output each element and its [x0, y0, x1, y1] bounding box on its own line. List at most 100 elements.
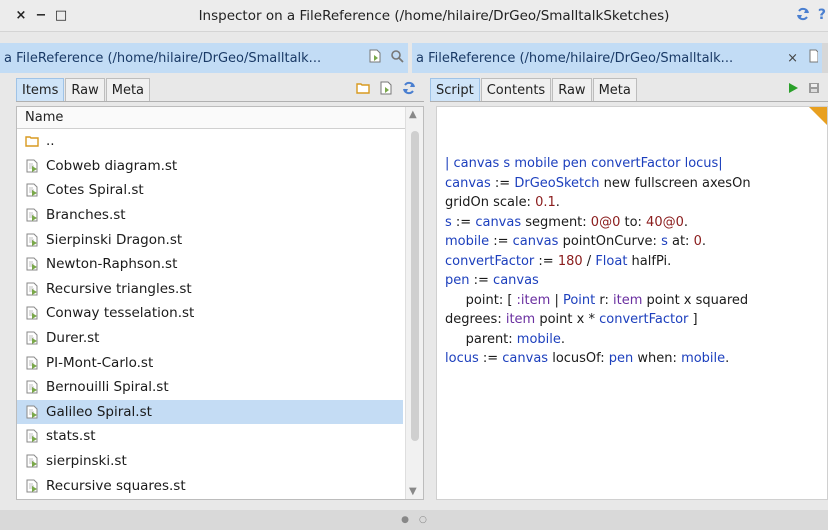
save-icon[interactable]	[808, 82, 820, 98]
code-token: :item	[516, 292, 551, 308]
code-token: .	[725, 351, 730, 366]
list-item[interactable]: Cotes Spiral.st	[17, 178, 403, 203]
list-item[interactable]: PI-Mont-Carlo.st	[17, 350, 403, 375]
list-item-label: Durer.st	[46, 330, 100, 347]
code-token: |	[550, 292, 563, 308]
list-item-label: Newton-Raphson.st	[46, 256, 178, 273]
file-icon	[23, 356, 41, 370]
code-line: parent: mobile.	[445, 330, 819, 350]
list-item-label: ..	[46, 133, 55, 150]
minimize-window-button[interactable]: −	[32, 8, 50, 23]
list-item[interactable]: Galileo Spiral.st	[17, 399, 403, 425]
script-editor[interactable]: | canvas s mobile pen convertFactor locu…	[436, 106, 828, 500]
list-item[interactable]: Durer.st	[17, 326, 403, 351]
code-token: mobile	[681, 351, 726, 366]
refresh-icon[interactable]	[796, 7, 810, 25]
code-token: 180	[557, 253, 583, 269]
file-list: Name .. Cobweb diagram.st Cotes Spiral.st B…	[16, 106, 424, 500]
file-icon	[23, 380, 41, 394]
file-rows: .. Cobweb diagram.st Cotes Spiral.st Branch…	[17, 129, 423, 498]
scroll-up-icon[interactable]: ▲	[409, 109, 417, 120]
tab-meta[interactable]: Meta	[105, 78, 151, 101]
file-icon	[23, 208, 41, 222]
code-line: | canvas s mobile pen convertFactor locu…	[445, 154, 819, 174]
code-token: ]	[688, 312, 698, 327]
breadcrumb-left[interactable]: a FileReference (/home/hilaire/DrGeo/Sma…	[0, 43, 412, 73]
code-token: pointOnCurve:	[558, 234, 662, 249]
code-token: canvas	[502, 351, 549, 366]
list-item[interactable]: Conway tesselation.st	[17, 301, 403, 326]
column-header-name[interactable]: Name	[17, 107, 423, 129]
tab-raw[interactable]: Raw	[552, 78, 592, 101]
list-item[interactable]: Recursive squares.st	[17, 473, 403, 498]
list-item[interactable]: stats.st	[17, 424, 403, 449]
browse-icon[interactable]	[368, 49, 382, 67]
browse-icon[interactable]	[379, 81, 393, 99]
file-icon	[23, 233, 41, 247]
list-item-label: sierpinski.st	[46, 453, 127, 470]
help-icon[interactable]: ?	[818, 7, 826, 25]
code-token: :=	[489, 234, 513, 249]
vertical-scrollbar[interactable]: ▲ ▼	[405, 107, 423, 499]
refresh-icon[interactable]	[402, 81, 416, 99]
code-token: s	[661, 234, 668, 249]
maximize-window-button[interactable]: □	[52, 8, 70, 23]
code-token: 40@0	[646, 214, 684, 230]
code-token: mobile	[445, 234, 490, 249]
list-item[interactable]: Branches.st	[17, 203, 403, 228]
list-item[interactable]: Cobweb diagram.st	[17, 154, 403, 179]
code-token: canvas	[493, 273, 539, 288]
tab-meta[interactable]: Meta	[592, 78, 637, 101]
tab-contents[interactable]: Contents	[480, 78, 552, 101]
scroll-thumb[interactable]	[411, 131, 419, 441]
code-token: new fullscreen axesOn	[599, 175, 751, 191]
scroll-down-icon[interactable]: ▼	[409, 486, 417, 497]
list-item[interactable]: Bernouilli Spiral.st	[17, 375, 403, 400]
file-icon	[23, 257, 41, 271]
code-token: gridOn scale:	[445, 195, 536, 210]
play-icon[interactable]	[787, 82, 799, 98]
code-line: pen := canvas	[445, 271, 819, 291]
code-token: :=	[490, 175, 515, 191]
folder-icon	[23, 134, 41, 148]
page-dot-icon[interactable]: ○	[419, 515, 427, 525]
list-item[interactable]: sierpinski.st	[17, 449, 403, 474]
code-token: 0	[693, 234, 702, 249]
code-lines: | canvas s mobile pen convertFactor locu…	[445, 154, 819, 369]
list-item-label: Galileo Spiral.st	[46, 403, 152, 420]
tab-raw[interactable]: Raw	[65, 78, 105, 101]
close-icon[interactable]: ×	[787, 51, 798, 66]
code-token: canvas	[475, 214, 522, 230]
file-icon	[23, 405, 41, 419]
page-dot-active-icon[interactable]: ●	[401, 515, 409, 525]
window-controls: × − □	[0, 8, 90, 23]
list-item[interactable]: Newton-Raphson.st	[17, 252, 403, 277]
browse-icon[interactable]	[808, 49, 819, 67]
folder-icon[interactable]	[356, 82, 370, 98]
list-item-label: Cobweb diagram.st	[46, 157, 178, 174]
code-token: convertFactor	[445, 253, 535, 269]
code-token: r:	[595, 292, 614, 308]
code-token: degrees:	[445, 312, 506, 327]
code-token: /	[582, 253, 596, 269]
list-item[interactable]: ..	[17, 129, 403, 154]
code-token: .	[555, 195, 560, 210]
list-item[interactable]: Sierpinski Dragon.st	[17, 227, 403, 252]
code-token: point x *	[535, 312, 600, 327]
code-token: item	[505, 312, 536, 327]
items-pane: Items Raw Meta Name .. Cobweb diagram.st C…	[16, 78, 424, 504]
close-window-button[interactable]: ×	[12, 8, 30, 23]
search-icon[interactable]	[390, 49, 404, 67]
code-line: canvas := DrGeoSketch new fullscreen axe…	[445, 174, 819, 194]
code-token: 0.1	[535, 195, 556, 210]
tab-script[interactable]: Script	[430, 78, 480, 101]
breadcrumb-right[interactable]: a FileReference (/home/hilaire/DrGeo/Sma…	[412, 43, 822, 73]
list-item[interactable]: Recursive triangles.st	[17, 277, 403, 302]
code-line: s := canvas segment: 0@0 to: 40@0.	[445, 213, 819, 233]
breadcrumb-left-label: a FileReference (/home/hilaire/DrGeo/Sma…	[4, 50, 322, 66]
code-token: .	[560, 331, 566, 347]
code-token: 0@0	[590, 214, 621, 230]
file-icon	[23, 454, 41, 468]
inspector-breadcrumbs: a FileReference (/home/hilaire/DrGeo/Sma…	[0, 43, 828, 73]
tab-items[interactable]: Items	[16, 78, 65, 101]
